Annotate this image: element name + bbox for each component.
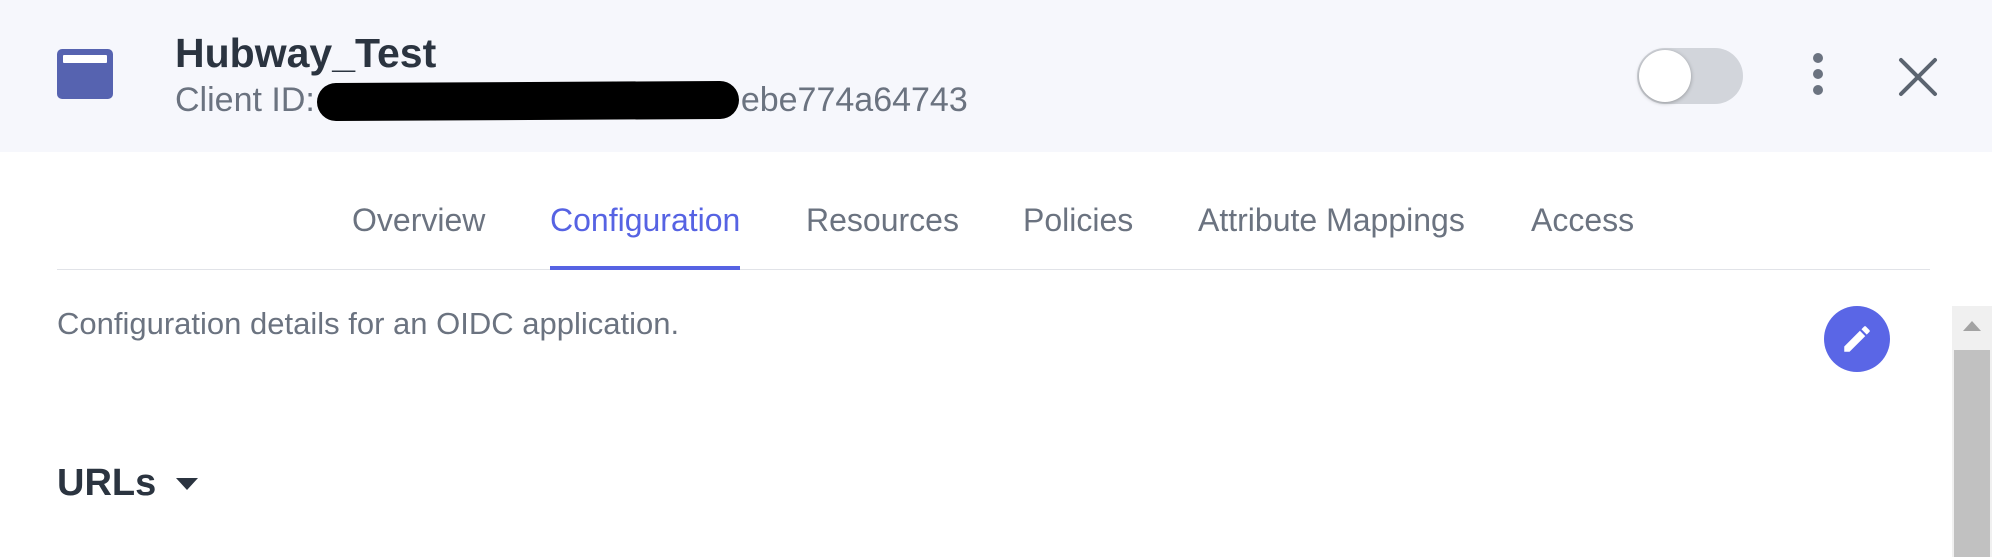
tab-policies[interactable]: Policies [1023, 202, 1133, 270]
tab-resources[interactable]: Resources [806, 202, 959, 270]
client-id-label: Client ID: [175, 81, 315, 119]
kebab-menu-icon [1813, 53, 1823, 95]
scroll-thumb[interactable] [1954, 350, 1990, 557]
caret-down-icon [176, 477, 199, 490]
client-id-value: ebe774a64743 [740, 81, 968, 119]
section-title: URLs [57, 462, 157, 504]
app-header: Hubway_Test Client ID: ebe774a64743 [0, 0, 1992, 152]
tab-attribute-mappings[interactable]: Attribute Mappings [1198, 202, 1465, 270]
app-title: Hubway_Test [175, 30, 437, 76]
tab-configuration[interactable]: Configuration [550, 202, 741, 270]
tab-access[interactable]: Access [1531, 202, 1634, 270]
redaction-mark [316, 80, 739, 121]
edit-button[interactable] [1824, 306, 1890, 372]
arrow-up-icon [1963, 321, 1981, 331]
tab-bar: Overview Configuration Resources Policie… [57, 152, 1930, 270]
pencil-icon [1844, 326, 1870, 352]
application-window-icon [57, 49, 113, 99]
vertical-scrollbar[interactable] [1952, 306, 1992, 557]
tab-overview[interactable]: Overview [352, 202, 485, 270]
close-icon [1899, 58, 1937, 96]
scroll-up-button[interactable] [1952, 306, 1992, 346]
urls-section-toggle[interactable]: URLs [57, 462, 199, 505]
client-id: Client ID: ebe774a64743 [175, 80, 968, 121]
configuration-description: Configuration details for an OIDC applic… [57, 306, 680, 341]
close-button[interactable] [1895, 54, 1941, 100]
app-enabled-toggle[interactable] [1637, 48, 1743, 104]
toggle-knob [1639, 50, 1691, 102]
more-options-button[interactable] [1800, 48, 1836, 104]
